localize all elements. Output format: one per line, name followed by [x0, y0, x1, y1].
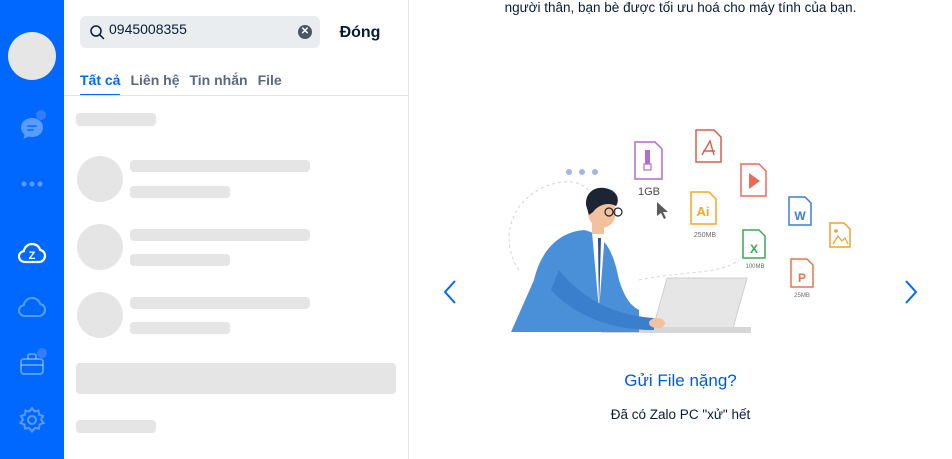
- skeleton-line: [130, 229, 310, 241]
- zip-file-icon: [634, 141, 663, 180]
- skeleton-line: [130, 186, 230, 198]
- skeleton-line: [130, 322, 230, 334]
- chevron-right-icon: [905, 280, 918, 304]
- nav-rail: Z: [0, 0, 64, 459]
- slide-caption-top: người thân, bạn bè được tối ưu hoá cho m…: [504, 0, 857, 15]
- search-icon: [90, 25, 105, 40]
- video-file-icon: [740, 163, 767, 197]
- excel-size-label: 100MB: [745, 264, 764, 270]
- skeleton-line: [130, 254, 230, 266]
- svg-text:P: P: [798, 271, 806, 285]
- chat-icon[interactable]: [16, 110, 48, 144]
- ai-size-label: 250MB: [694, 232, 717, 239]
- tab-files[interactable]: File: [258, 72, 282, 96]
- tab-messages[interactable]: Tin nhắn: [189, 72, 247, 96]
- illustrator-file-icon: Ai: [690, 191, 717, 225]
- skeleton-section-header: [76, 113, 156, 126]
- skeleton-avatar: [77, 292, 123, 338]
- zip-size-label: 1GB: [638, 186, 660, 198]
- slide-title: Gửi File nặng?: [624, 371, 737, 390]
- carousel-prev-button[interactable]: [435, 275, 465, 309]
- briefcase-badge: [37, 348, 47, 358]
- image-file-icon: [829, 222, 851, 248]
- skeleton-line: [130, 160, 310, 172]
- more-dots-icon[interactable]: [16, 168, 48, 200]
- tabs-divider: [64, 95, 408, 96]
- pdf-file-icon: [695, 129, 722, 163]
- skeleton-line: [130, 297, 310, 309]
- search-tabs: Tất cả Liên hệ Tin nhắn File: [80, 72, 292, 96]
- close-button[interactable]: Đóng: [328, 16, 392, 50]
- word-file-icon: W: [788, 196, 812, 226]
- file-transfer-illustration: 1GB Ai 250MB W X 100MB P 25MB: [508, 129, 851, 333]
- slide-description: Đã có Zalo PC "xử" hết: [610, 407, 751, 422]
- person-illustration: [511, 187, 665, 332]
- svg-text:W: W: [794, 209, 806, 223]
- ppt-size-label: 25MB: [794, 293, 810, 299]
- tab-contacts[interactable]: Liên hệ: [130, 72, 179, 96]
- cloud-icon[interactable]: [16, 292, 48, 324]
- skeleton-line: [76, 420, 156, 433]
- svg-text:Ai: Ai: [697, 204, 710, 219]
- avatar[interactable]: [8, 32, 56, 80]
- search-box[interactable]: ✕: [80, 16, 320, 48]
- briefcase-icon[interactable]: [16, 348, 48, 380]
- skeleton-block: [76, 363, 396, 394]
- onboarding-carousel: người thân, bạn bè được tối ưu hoá cho m…: [409, 0, 952, 459]
- skeleton-avatar: [77, 156, 123, 202]
- settings-icon[interactable]: [16, 404, 48, 436]
- chevron-left-icon: [443, 280, 456, 304]
- svg-text:X: X: [750, 242, 758, 256]
- tab-all[interactable]: Tất cả: [80, 72, 121, 96]
- clear-search-icon[interactable]: ✕: [298, 25, 312, 39]
- zalo-cloud-icon[interactable]: Z: [16, 237, 48, 269]
- carousel-next-button[interactable]: [896, 275, 926, 309]
- powerpoint-file-icon: P: [790, 258, 814, 288]
- cursor-icon: [657, 202, 668, 219]
- search-panel: ✕ Đóng Tất cả Liên hệ Tin nhắn File: [64, 0, 409, 459]
- search-input[interactable]: [109, 16, 289, 42]
- unread-badge: [36, 110, 46, 120]
- excel-file-icon: X: [742, 229, 766, 259]
- skeleton-avatar: [77, 224, 123, 270]
- svg-text:Z: Z: [29, 250, 36, 262]
